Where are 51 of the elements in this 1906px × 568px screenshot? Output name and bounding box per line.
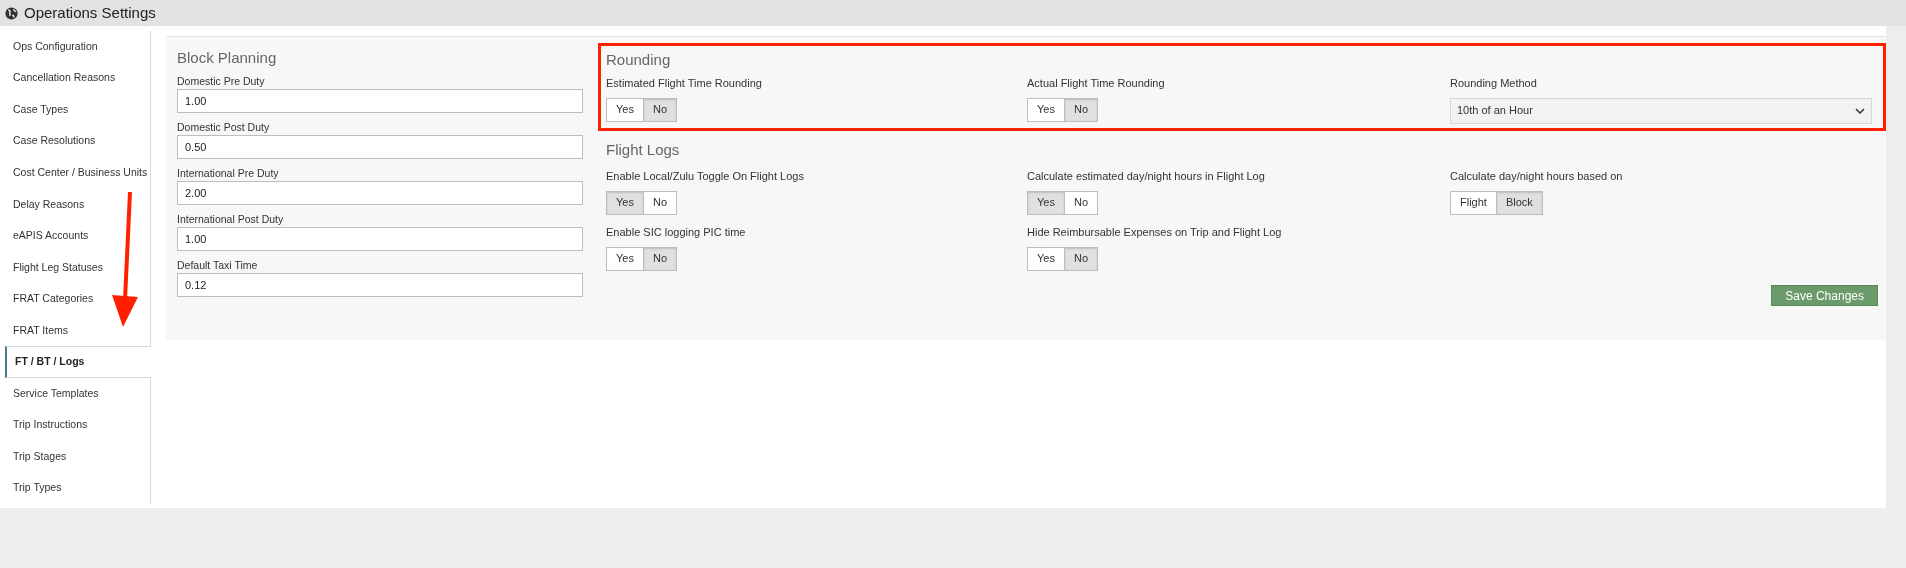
toggle-option[interactable]: No [1063,190,1098,215]
toggle-option[interactable]: No [642,246,677,271]
setting-label: Actual Flight Time Rounding [1027,76,1166,91]
setting-label: Enable SIC logging PIC time [606,225,747,240]
sidebar-item[interactable]: Trip Instructions [5,409,151,441]
section-title: Rounding [606,50,672,70]
field-label: Domestic Post Duty [177,120,271,134]
setting-label: Estimated Flight Time Rounding [606,76,763,91]
section-title: Flight Logs [606,140,681,160]
sidebar-item[interactable]: Case Types [5,94,151,126]
field-label: Default Taxi Time [177,258,259,272]
field-label: Domestic Pre Duty [177,74,266,88]
sidebar-item[interactable]: Cost Center / Business Units [5,157,151,189]
toggle-option[interactable]: Yes [606,97,644,122]
rounding-method-select[interactable]: 10th of an Hour [1450,97,1872,124]
sidebar-item[interactable]: Trip Types [5,472,151,504]
toggle-option[interactable]: Flight [1450,190,1497,215]
sidebar-item[interactable]: FT / BT / Logs [5,346,151,378]
sidebar-item[interactable]: eAPIS Accounts [5,220,151,252]
sidebar-item[interactable]: Case Resolutions [5,125,151,158]
input-field[interactable]: 0.50 [177,135,583,159]
setting-label: Enable Local/Zulu Toggle On Flight Logs [606,169,805,184]
toggle-option[interactable]: Yes [1027,246,1065,271]
input-field[interactable]: 0.12 [177,273,583,297]
sidebar-item[interactable]: Cancellation Reasons [5,62,151,95]
toggle-option[interactable]: Yes [606,246,644,271]
setting-label: Calculate day/night hours based on [1450,169,1624,184]
field-label: International Pre Duty [177,166,280,180]
chevron-down-icon [1855,107,1865,114]
toggle-option[interactable]: Yes [606,190,644,215]
toggle-option[interactable]: No [1063,97,1098,122]
setting-label: Hide Reimbursable Expenses on Trip and Flight Log [1027,225,1283,240]
toggle-option[interactable]: Block [1495,190,1543,215]
sidebar-item[interactable]: Ops Configuration [5,31,151,63]
page-title: Operations Settings [24,2,156,23]
input-field[interactable]: 1.00 [177,227,583,251]
sidebar-item[interactable]: Service Templates [5,377,151,410]
toggle-option[interactable]: No [642,190,677,215]
setting-label: Rounding Method [1450,76,1538,91]
input-field[interactable]: 1.00 [177,89,583,113]
input-field[interactable]: 2.00 [177,181,583,205]
setting-label: Calculate estimated day/night hours in Flight Log [1027,169,1266,184]
field-label: International Post Duty [177,212,285,226]
sidebar-item[interactable]: Trip Stages [5,440,151,473]
toggle-option[interactable]: Yes [1027,190,1065,215]
sidebar-item[interactable]: Flight Leg Statuses [5,251,151,284]
toggle-option[interactable]: No [1063,246,1098,271]
section-title: Block Planning [177,48,278,68]
toggle-option[interactable]: No [642,97,677,122]
sidebar-item[interactable]: Delay Reasons [5,188,151,221]
toggle-option[interactable]: Yes [1027,97,1065,122]
